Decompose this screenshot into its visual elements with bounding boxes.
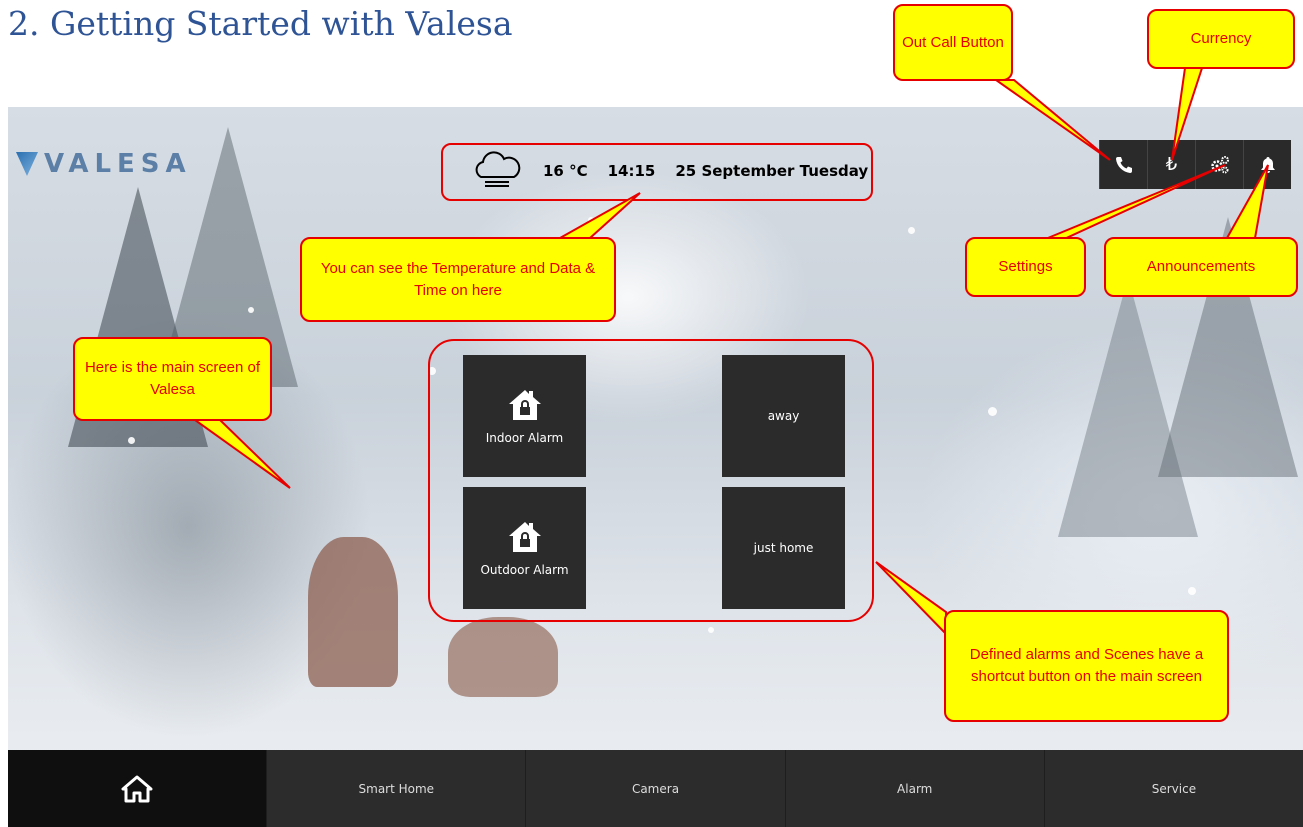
home-icon (121, 775, 153, 802)
callout-out-call: Out Call Button (893, 4, 1013, 81)
out-call-button[interactable] (1099, 140, 1147, 189)
tiles-highlight (428, 339, 874, 622)
weather-highlight (441, 143, 873, 201)
lira-currency-icon: ₺ (1165, 154, 1178, 175)
callout-temperature: You can see the Temperature and Data & T… (300, 237, 616, 322)
nav-camera[interactable]: Camera (525, 750, 784, 827)
callout-settings: Settings (965, 237, 1086, 297)
callout-currency: Currency (1147, 9, 1295, 69)
callout-main-screen: Here is the main screen of Valesa (73, 337, 272, 421)
deer-image (308, 537, 398, 687)
phone-icon (1115, 156, 1132, 173)
nav-smart-home[interactable]: Smart Home (266, 750, 525, 827)
callout-shortcuts: Defined alarms and Scenes have a shortcu… (944, 610, 1229, 722)
bottom-nav: Smart Home Camera Alarm Service (8, 750, 1303, 827)
valesa-logo: VALESA (16, 147, 192, 181)
nav-alarm[interactable]: Alarm (784, 750, 1044, 827)
deer-image (448, 617, 558, 697)
logo-mark-icon (16, 152, 38, 176)
nav-home[interactable] (8, 750, 267, 827)
gears-icon (1210, 155, 1229, 173)
currency-button[interactable]: ₺ (1147, 140, 1195, 189)
nav-service[interactable]: Service (1043, 750, 1303, 827)
page-title: 2. Getting Started with Valesa (8, 4, 513, 43)
callout-announcements: Announcements (1104, 237, 1298, 297)
top-icon-bar: ₺ (1099, 140, 1291, 189)
bell-icon (1260, 156, 1275, 173)
settings-button[interactable] (1195, 140, 1243, 189)
announcements-button[interactable] (1243, 140, 1291, 189)
